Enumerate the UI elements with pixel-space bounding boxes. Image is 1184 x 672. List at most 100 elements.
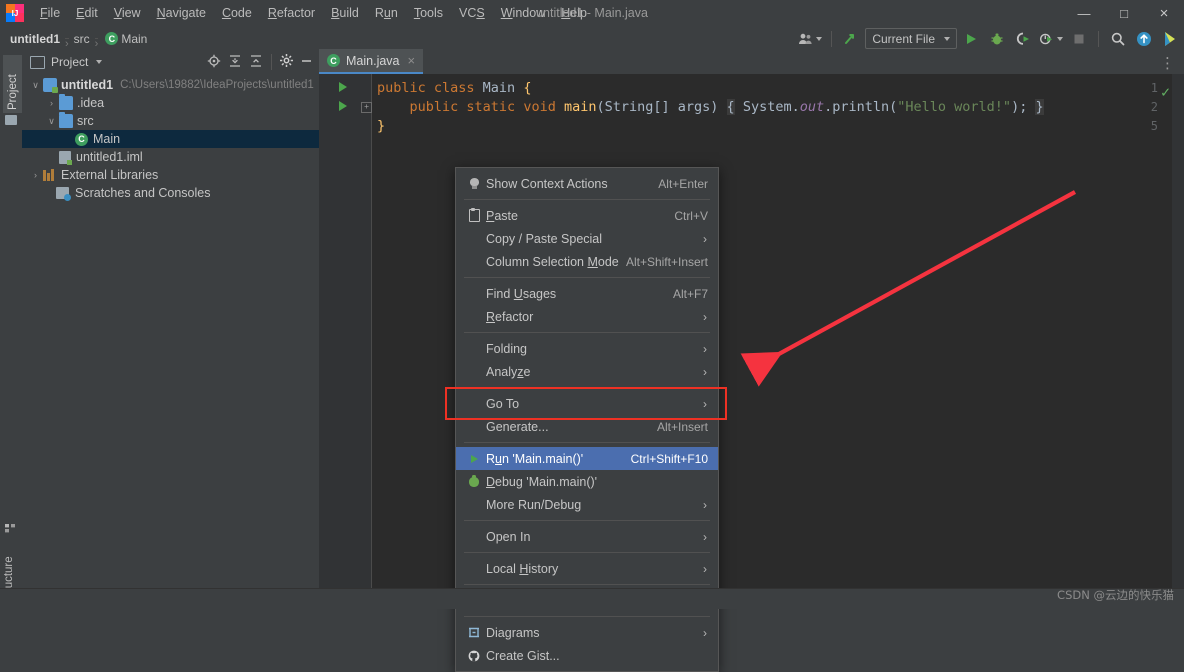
breadcrumb-project[interactable]: untitled1 xyxy=(10,32,60,46)
menu-separator xyxy=(464,199,710,200)
tree-row-scratches[interactable]: Scratches and Consoles xyxy=(22,184,319,202)
diagrams-icon xyxy=(466,627,482,638)
code-keyword: void xyxy=(523,99,556,115)
menu-item-shortcut: Alt+Shift+Insert xyxy=(625,254,708,269)
menu-item-debug-main[interactable]: Debug 'Main.main()' xyxy=(456,470,718,493)
menu-item-label: Copy / Paste Special xyxy=(486,231,603,246)
menu-item-paste[interactable]: Paste Ctrl+V xyxy=(456,204,718,227)
tree-row-iml[interactable]: untitled1.iml xyxy=(22,148,319,166)
breadcrumb-src[interactable]: src xyxy=(74,32,90,46)
project-tool-window: Project ∨ untitled1 C:\Users\19882\IdeaP… xyxy=(22,51,320,609)
minimize-button[interactable]: — xyxy=(1064,0,1104,26)
expand-all-icon[interactable] xyxy=(228,54,242,71)
menu-item-vcs[interactable]: VCS xyxy=(451,3,493,23)
profiler-icon[interactable] xyxy=(1037,29,1065,49)
line-number: 2 xyxy=(1150,100,1158,114)
inspection-status-icon[interactable]: ✓ xyxy=(1161,83,1170,101)
tree-row-src[interactable]: ∨ src xyxy=(22,112,319,130)
upload-icon[interactable] xyxy=(1132,29,1156,49)
maximize-button[interactable]: □ xyxy=(1104,0,1144,26)
debug-icon xyxy=(466,474,482,487)
tree-row-external-libraries[interactable]: › External Libraries xyxy=(22,166,319,184)
menu-item-refactor[interactable]: Refactor xyxy=(260,3,323,23)
gutter-separator xyxy=(371,74,372,609)
fold-expand-icon[interactable]: + xyxy=(361,102,372,113)
menu-item-label: Diagrams xyxy=(486,625,540,640)
menu-item-run-main[interactable]: Run 'Main.main()' Ctrl+Shift+F10 xyxy=(456,447,718,470)
menu-item-run[interactable]: Run xyxy=(367,3,406,23)
editor-right-gutter[interactable] xyxy=(1172,74,1184,609)
collapse-all-icon[interactable] xyxy=(249,54,263,71)
code-system: System. xyxy=(734,99,800,115)
menu-item-create-gist[interactable]: Create Gist... xyxy=(456,644,718,667)
code-classname: Main xyxy=(474,80,524,96)
tree-row-idea[interactable]: › .idea xyxy=(22,94,319,112)
user-avatar-icon[interactable] xyxy=(796,29,824,49)
menu-item-open-in[interactable]: Open In › xyxy=(456,525,718,548)
tab-main-java[interactable]: Main.java × xyxy=(319,49,424,74)
menu-item-diagrams[interactable]: Diagrams › xyxy=(456,621,718,644)
stripe-button-project[interactable]: Project xyxy=(3,55,23,113)
module-folder-icon xyxy=(43,78,58,93)
menu-separator xyxy=(464,520,710,521)
menu-item-analyze[interactable]: Analyze › xyxy=(456,360,718,383)
menu-item-label: Column Selection Mode xyxy=(486,254,619,269)
menu-item-label-rest: aste xyxy=(494,208,518,223)
run-with-coverage-icon[interactable] xyxy=(1011,29,1035,49)
code-line-2: public static void main(String[] args) {… xyxy=(377,99,1044,115)
chevron-right-icon[interactable]: › xyxy=(46,98,57,109)
run-gutter-icon[interactable] xyxy=(339,101,347,111)
menu-separator xyxy=(464,277,710,278)
menu-item-show-context-actions[interactable]: Show Context Actions Alt+Enter xyxy=(456,172,718,195)
run-configuration-selector[interactable]: Current File xyxy=(865,28,957,49)
menu-item-help[interactable]: Help xyxy=(553,3,595,23)
menu-item-tools[interactable]: Tools xyxy=(406,3,451,23)
menu-item-folding[interactable]: Folding › xyxy=(456,337,718,360)
breadcrumb-main[interactable]: Main xyxy=(121,32,147,46)
chevron-down-icon[interactable]: ∨ xyxy=(30,80,41,91)
menu-item-more-run-debug[interactable]: More Run/Debug › xyxy=(456,493,718,516)
close-icon[interactable]: × xyxy=(408,53,416,68)
debug-icon[interactable] xyxy=(985,29,1009,49)
close-button[interactable]: × xyxy=(1144,0,1184,26)
menu-separator xyxy=(464,584,710,585)
menu-item-copy-paste-special[interactable]: Copy / Paste Special › xyxy=(456,227,718,250)
chevron-right-icon[interactable]: › xyxy=(30,170,41,181)
menu-item-local-history[interactable]: Local History › xyxy=(456,557,718,580)
menu-item-file[interactable]: FFileile xyxy=(32,3,68,23)
editor-area: Main.java × ⋮ 1 2 5 + public class Main … xyxy=(319,49,1184,609)
menu-item-refactor[interactable]: Refactor › xyxy=(456,305,718,328)
menu-item-window[interactable]: Window xyxy=(493,3,553,23)
editor-options-icon[interactable]: ⋮ xyxy=(1160,51,1184,74)
updates-icon[interactable] xyxy=(839,29,863,49)
chevron-right-icon: › xyxy=(703,561,707,576)
run-gutter-icon[interactable] xyxy=(339,82,347,92)
notifications-icon[interactable] xyxy=(1158,29,1182,49)
hide-icon[interactable] xyxy=(300,54,313,70)
menu-item-navigate[interactable]: Navigate xyxy=(149,3,214,23)
menu-item-shortcut: Alt+Insert xyxy=(656,419,708,434)
code-editor[interactable]: 1 2 5 + public class Main { public stati… xyxy=(319,74,1184,609)
menu-item-generate[interactable]: Generate... Alt+Insert xyxy=(456,415,718,438)
menu-item-label: Refactor xyxy=(486,309,534,324)
menu-bar[interactable]: FFileile Edit View Navigate Code Refacto… xyxy=(32,0,595,26)
editor-gutter[interactable] xyxy=(319,74,359,609)
menu-item-view[interactable]: View xyxy=(106,3,149,23)
menu-item-column-selection-mode[interactable]: Column Selection Mode Alt+Shift+Insert xyxy=(456,250,718,273)
code-line-1: public class Main { xyxy=(377,80,531,96)
tree-row-untitled1[interactable]: ∨ untitled1 C:\Users\19882\IdeaProjects\… xyxy=(22,76,319,94)
tree-row-main[interactable]: Main xyxy=(22,130,319,148)
search-icon[interactable] xyxy=(1106,29,1130,49)
menu-item-edit[interactable]: Edit xyxy=(68,3,106,23)
code-brace: { xyxy=(726,99,735,115)
run-icon[interactable] xyxy=(959,29,983,49)
menu-item-go-to[interactable]: Go To › xyxy=(456,392,718,415)
locate-icon[interactable] xyxy=(207,54,221,71)
settings-icon[interactable] xyxy=(280,54,293,70)
menu-item-code[interactable]: Code xyxy=(214,3,260,23)
menu-item-find-usages[interactable]: Find Usages Alt+F7 xyxy=(456,282,718,305)
chevron-down-icon[interactable]: ∨ xyxy=(46,116,57,127)
menu-item-build[interactable]: Build xyxy=(323,3,367,23)
breadcrumb-separator: › xyxy=(65,38,69,50)
